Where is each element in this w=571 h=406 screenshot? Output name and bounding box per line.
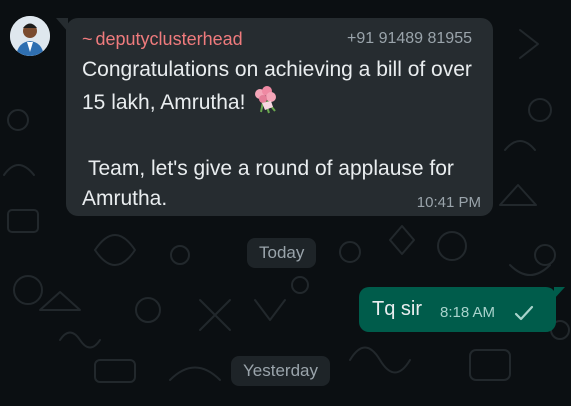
bubble-tail bbox=[56, 18, 68, 32]
incoming-message-bubble[interactable]: ~ deputyclusterhead +91 91489 81955 Congr… bbox=[56, 18, 493, 216]
date-separator-yesterday: Yesterday bbox=[231, 356, 330, 386]
sender-name[interactable]: ~ deputyclusterhead bbox=[82, 29, 243, 50]
person-avatar-icon bbox=[10, 16, 50, 56]
message-text: Congratulations on achieving a bill of o… bbox=[82, 55, 482, 214]
sender-avatar[interactable] bbox=[10, 16, 50, 56]
single-tick-icon bbox=[514, 305, 534, 321]
bubble-tail bbox=[554, 287, 565, 299]
reply-text: Tq sir bbox=[372, 298, 422, 320]
reply-time: 8:18 AM bbox=[440, 304, 496, 321]
date-separator-today: Today bbox=[247, 238, 317, 268]
message-time: 10:41 PM bbox=[416, 194, 481, 211]
sender-phone: +91 91489 81955 bbox=[346, 30, 472, 47]
outgoing-message-bubble[interactable]: Tq sir 8:18 AM bbox=[359, 287, 565, 332]
bouquet-icon bbox=[251, 85, 281, 124]
